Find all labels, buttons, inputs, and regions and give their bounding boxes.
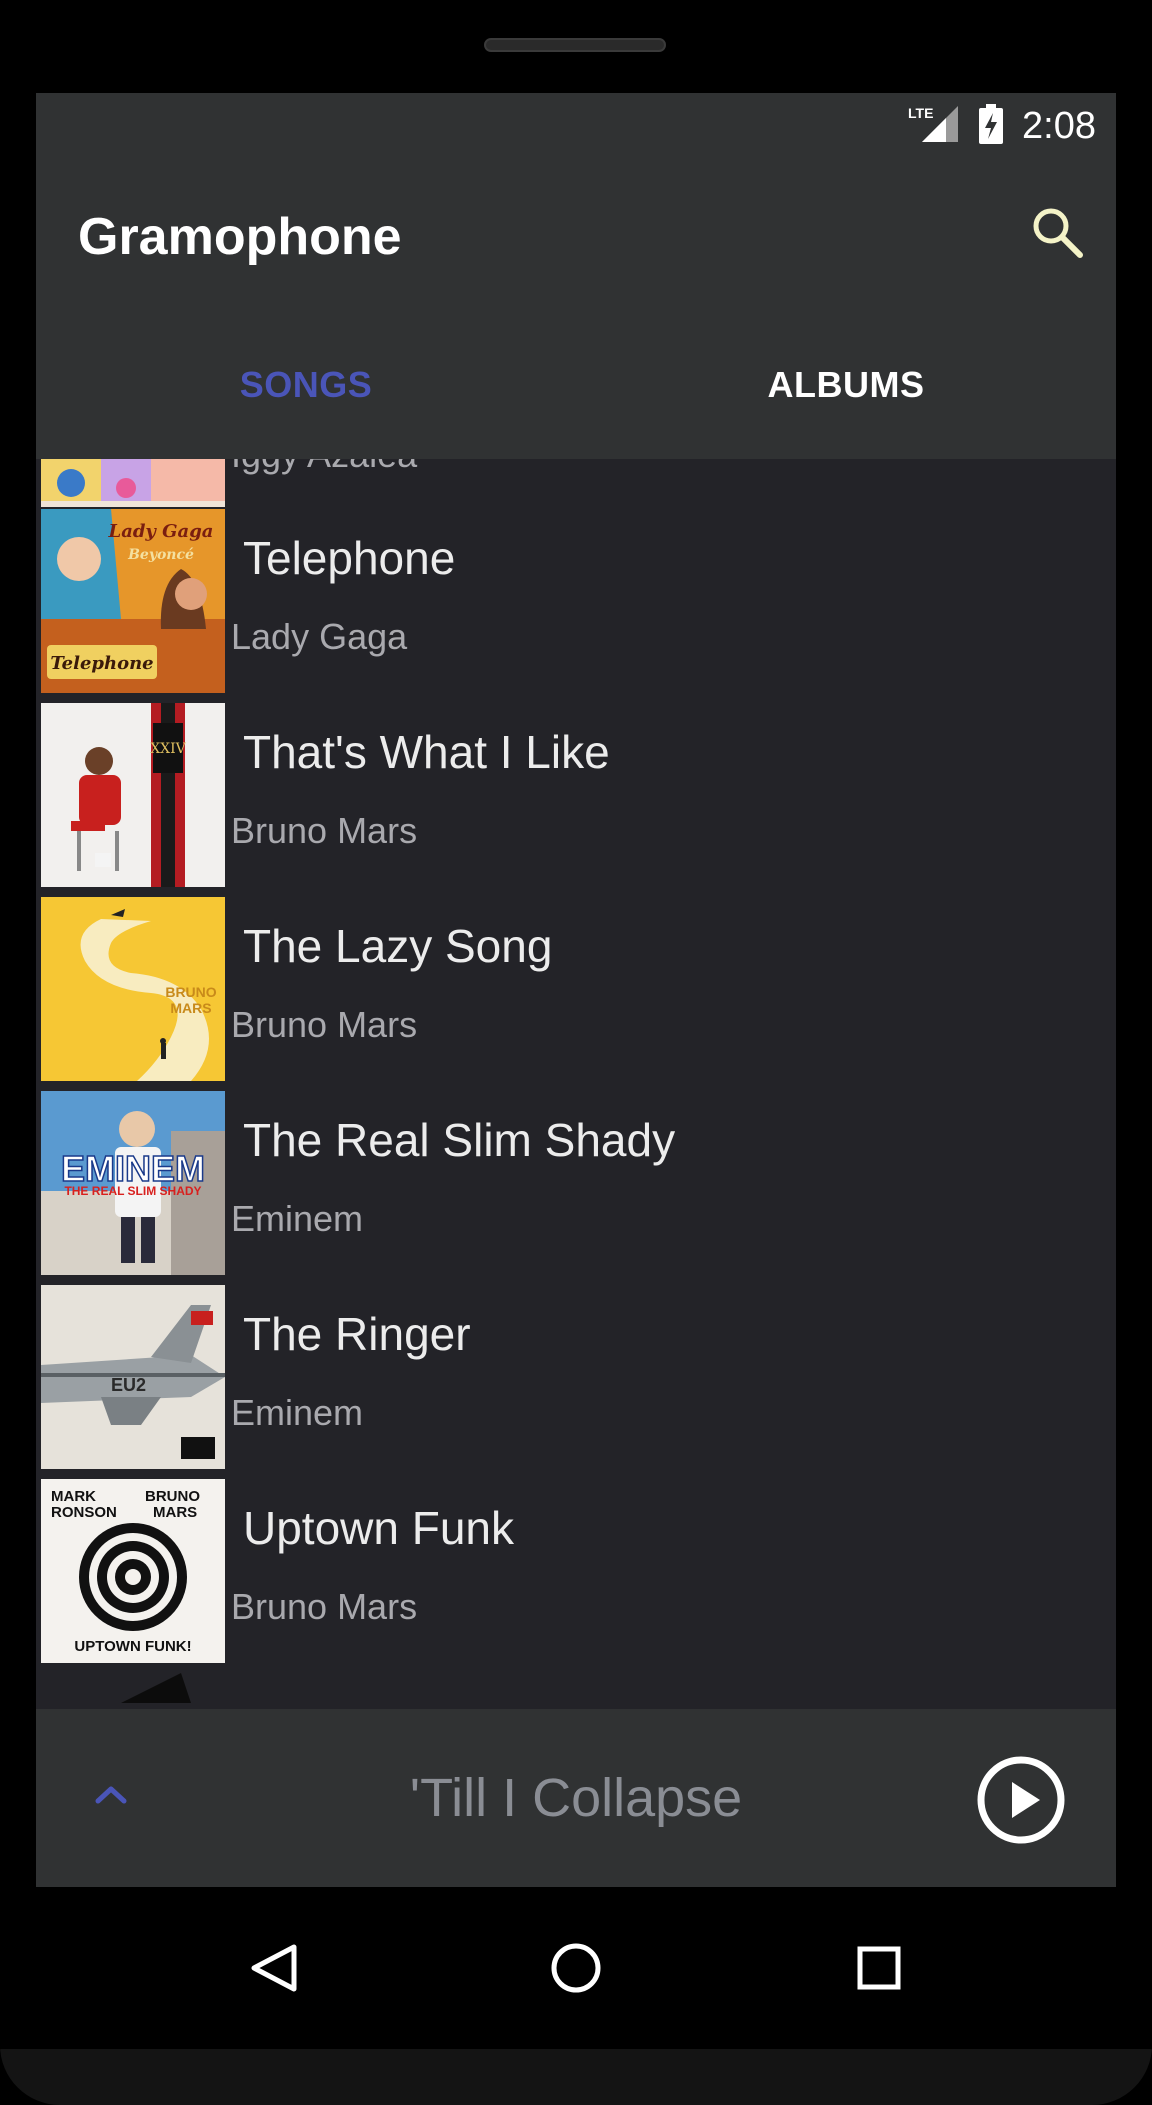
list-item[interactable] — [36, 1673, 1116, 1709]
svg-text:BRUNO: BRUNO — [165, 984, 216, 1000]
song-artist: Bruno Mars — [231, 1004, 418, 1045]
list-item[interactable]: Lady Gaga Beyoncé Telephone Telephone La… — [36, 509, 1116, 703]
album-art: BRUNO MARS — [41, 897, 225, 1081]
svg-text:XXIV: XXIV — [150, 741, 186, 757]
navigation-bar — [0, 1887, 1152, 2049]
song-title: That's What I Like — [243, 726, 610, 778]
song-title: Telephone — [243, 532, 456, 584]
song-artist: Eminem — [231, 1392, 364, 1433]
svg-text:Beyoncé: Beyoncé — [127, 547, 194, 563]
list-item[interactable]: XXIV That's What I Like Bruno Mars — [36, 703, 1116, 897]
list-item[interactable]: BRUNO MARS The Lazy Song Bruno Mars — [36, 897, 1116, 1091]
lte-signal-icon: LTE — [908, 104, 960, 148]
song-title: The Ringer — [243, 1308, 471, 1360]
home-circle-icon[interactable] — [531, 1923, 621, 2013]
now-playing-title[interactable]: 'Till I Collapse — [36, 1709, 1116, 1887]
tab-songs[interactable]: SONGS — [36, 311, 576, 459]
status-icons: LTE 2:08 — [908, 101, 1096, 151]
album-art — [41, 1673, 225, 1709]
network-type: LTE — [908, 105, 933, 121]
list-item[interactable]: EMINEM THE REAL SLIM SHADY The Real Slim… — [36, 1091, 1116, 1285]
song-artist: Iggy Azalea — [231, 459, 417, 476]
song-artist: Lady Gaga — [231, 616, 408, 657]
svg-text:MARK: MARK — [51, 1488, 96, 1505]
album-art: EU2 — [41, 1285, 225, 1469]
tab-bar: SONGS ALBUMS — [36, 311, 1116, 459]
song-title: The Real Slim Shady — [243, 1114, 676, 1166]
phone-bottom-bezel — [0, 2049, 1152, 2105]
song-artist: Bruno Mars — [231, 810, 418, 851]
battery-charging-icon — [978, 104, 1004, 148]
svg-text:Telephone: Telephone — [50, 653, 153, 674]
song-artist: Bruno Mars — [231, 1586, 418, 1627]
svg-text:MARS: MARS — [170, 1000, 211, 1016]
album-art: Lady Gaga Beyoncé Telephone — [41, 509, 225, 693]
svg-text:EMINEM: EMINEM — [61, 1148, 205, 1189]
svg-text:MARS: MARS — [153, 1504, 197, 1521]
chevron-up-icon[interactable] — [86, 1769, 136, 1819]
earpiece-speaker — [484, 38, 666, 52]
album-art — [41, 459, 225, 507]
song-artist: Eminem — [231, 1198, 364, 1239]
back-triangle-icon[interactable] — [228, 1923, 318, 2013]
recents-square-icon[interactable] — [834, 1923, 924, 2013]
status-time: 2:08 — [1022, 104, 1096, 147]
album-art-text: Lady Gaga — [108, 521, 214, 542]
svg-text:EU2: EU2 — [111, 1375, 146, 1395]
mini-player[interactable]: 'Till I Collapse — [36, 1709, 1116, 1887]
status-bar: LTE 2:08 — [36, 93, 1116, 159]
app-screen: LTE 2:08 Gramophone SONGS ALBUMS Lady Ga… — [36, 93, 1116, 1887]
album-art: EMINEM THE REAL SLIM SHADY — [41, 1091, 225, 1275]
svg-text:UPTOWN FUNK!: UPTOWN FUNK! — [74, 1638, 191, 1655]
svg-text:THE REAL SLIM SHADY: THE REAL SLIM SHADY — [64, 1184, 201, 1198]
list-item[interactable]: MARK RONSON BRUNO MARS UPTOWN FUNK! Upto… — [36, 1479, 1116, 1673]
song-title: Uptown Funk — [243, 1502, 515, 1554]
svg-text:BRUNO: BRUNO — [145, 1488, 200, 1505]
app-toolbar: Gramophone — [36, 159, 1116, 311]
tab-albums[interactable]: ALBUMS — [576, 311, 1116, 459]
play-circle-icon[interactable] — [976, 1755, 1066, 1845]
song-title: The Lazy Song — [243, 920, 553, 972]
svg-text:RONSON: RONSON — [51, 1504, 117, 1521]
album-art: XXIV — [41, 703, 225, 887]
list-item[interactable]: EU2 The Ringer Eminem — [36, 1285, 1116, 1479]
song-list[interactable]: Iggy Azalea Lady Gaga Beyoncé T — [36, 459, 1116, 1709]
search-icon[interactable] — [1026, 201, 1090, 265]
app-title: Gramophone — [78, 208, 402, 266]
album-art: MARK RONSON BRUNO MARS UPTOWN FUNK! — [41, 1479, 225, 1663]
phone-frame: LTE 2:08 Gramophone SONGS ALBUMS Lady Ga… — [0, 0, 1152, 2105]
